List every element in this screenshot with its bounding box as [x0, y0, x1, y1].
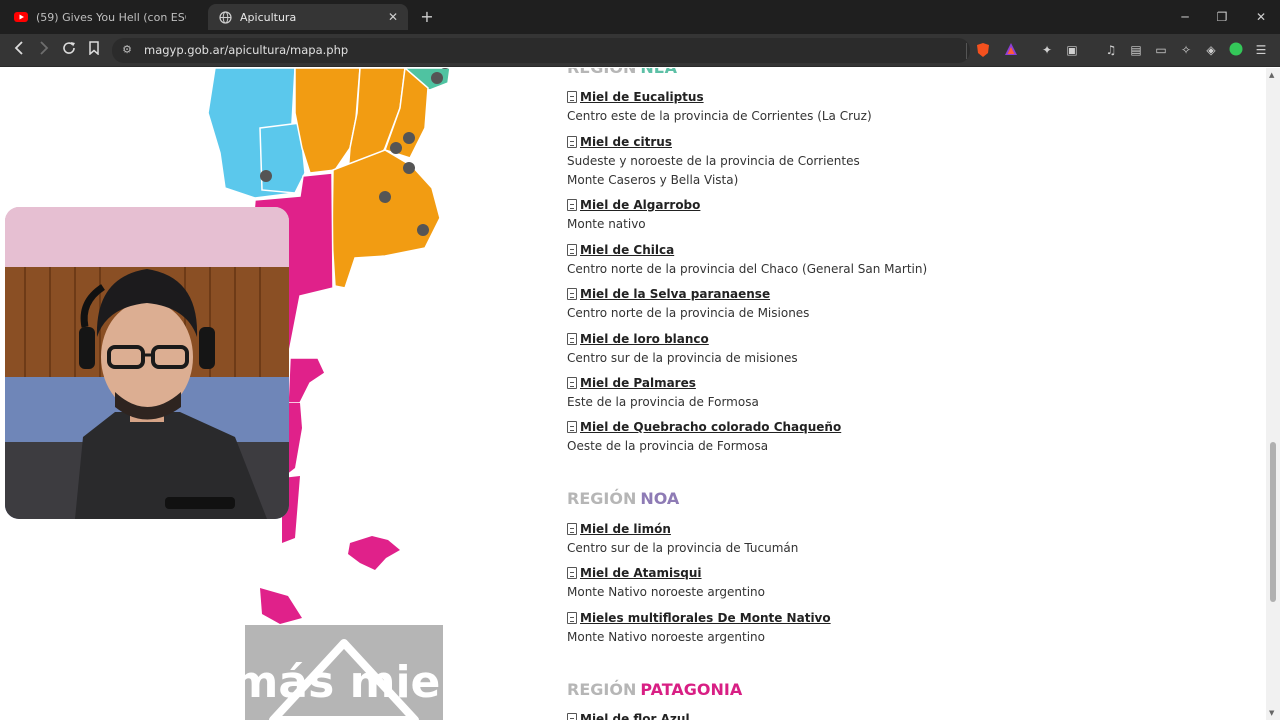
vpn-icon[interactable]: ◈ [1203, 42, 1219, 58]
honey-link[interactable]: Miel de loro blanco [567, 332, 709, 346]
honey-description: Sudeste y noroeste de la provincia de Co… [567, 154, 860, 168]
leo-ai-icon[interactable]: ✧ [1178, 42, 1194, 58]
brave-rewards-icon[interactable] [1003, 42, 1019, 58]
sidebar-icon[interactable]: ▤ [1128, 42, 1144, 58]
honey-description: Este de la provincia de Formosa [567, 395, 759, 409]
honey-description: Monte Nativo noroeste argentino [567, 630, 765, 644]
region-name: PATAGONIA [640, 680, 743, 699]
pdf-icon [567, 244, 577, 256]
browser-toolbar: ⚙ magyp.gob.ar/apicultura/mapa.php ✦ ▣ ♫… [0, 34, 1280, 67]
honey-description: Monte Nativo noroeste argentino [567, 585, 765, 599]
honey-description: Monte nativo [567, 217, 646, 231]
map-province-sanjuan [259, 122, 306, 194]
mas-miel-logo: más miel [245, 625, 443, 720]
screenshot-icon[interactable]: ▣ [1064, 42, 1080, 58]
webcam-image [5, 207, 289, 519]
honey-description: Centro sur de la provincia de Tucumán [567, 541, 799, 555]
honey-link[interactable]: Miel de Chilca [567, 243, 674, 257]
extensions-icon[interactable]: ✦ [1039, 42, 1055, 58]
pdf-icon [567, 523, 577, 535]
close-tab-icon[interactable]: ✕ [386, 10, 400, 24]
honey-link[interactable]: Miel de Eucaliptus [567, 90, 704, 104]
map-marker [417, 224, 429, 236]
tab-title: Apicultura [240, 10, 297, 24]
pdf-icon [567, 713, 577, 720]
forward-icon[interactable] [35, 41, 53, 59]
map-province-buenosaires [331, 149, 441, 289]
region-heading-nea: REGIÓN NEA [567, 68, 677, 77]
pdf-icon [567, 199, 577, 211]
map-marker [403, 162, 415, 174]
scrollbar-thumb[interactable] [1270, 442, 1276, 602]
map-marker [431, 72, 443, 84]
honey-link[interactable]: Mieles multiflorales De Monte Nativo [567, 611, 831, 625]
honey-description: Oeste de la provincia de Formosa [567, 439, 769, 453]
tab-youtube[interactable]: (59) Gives You Hell (con ESCENAS BO [6, 4, 202, 30]
youtube-icon [14, 10, 28, 24]
map-marker [390, 142, 402, 154]
region-prefix: REGIÓN [567, 489, 637, 508]
pdf-icon [567, 612, 577, 624]
webcam-overlay [5, 207, 289, 519]
honey-description: Centro sur de la provincia de misiones [567, 351, 798, 365]
region-name: NOA [640, 489, 680, 508]
tab-bar: (59) Gives You Hell (con ESCENAS BO Apic… [0, 0, 1280, 34]
honey-link[interactable]: Miel de limón [567, 522, 671, 536]
pdf-icon [567, 377, 577, 389]
logo-text: más miel [245, 657, 443, 708]
scroll-down-icon[interactable]: ▼ [1269, 709, 1277, 717]
pdf-icon [567, 567, 577, 579]
pdf-icon [567, 91, 577, 103]
map-marker [403, 132, 415, 144]
menu-icon[interactable]: ☰ [1253, 42, 1269, 58]
reload-icon[interactable] [60, 41, 78, 59]
tab-apicultura[interactable]: Apicultura ✕ [208, 4, 408, 30]
map-marker [379, 191, 391, 203]
bookmark-icon[interactable] [85, 41, 103, 59]
pdf-icon [567, 288, 577, 300]
tab-title: (59) Gives You Hell (con ESCENAS BO [36, 10, 186, 24]
honey-description: Centro norte de la provincia de Misiones [567, 306, 810, 320]
honey-description: Centro este de la provincia de Corriente… [567, 109, 872, 123]
pdf-icon [567, 333, 577, 345]
pdf-icon [567, 421, 577, 433]
honey-description: Centro norte de la provincia del Chaco (… [567, 262, 928, 276]
honey-description: Monte Caseros y Bella Vista) [567, 173, 739, 187]
honey-link[interactable]: Miel de Algarrobo [567, 198, 700, 212]
honey-link[interactable]: Miel de Palmares [567, 376, 696, 390]
region-name: NEA [640, 68, 677, 77]
honey-link[interactable]: Miel de Atamisqui [567, 566, 702, 580]
honey-link[interactable]: Miel de flor Azul [567, 712, 690, 720]
region-heading-noa: REGIÓN NOA [567, 489, 679, 508]
pdf-icon [567, 136, 577, 148]
close-window-icon[interactable]: ✕ [1252, 8, 1270, 26]
back-icon[interactable] [10, 41, 28, 59]
honey-link[interactable]: Miel de Quebracho colorado Chaqueño [567, 420, 841, 434]
url-text: magyp.gob.ar/apicultura/mapa.php [144, 43, 349, 57]
region-prefix: REGIÓN [567, 680, 637, 699]
restore-icon[interactable]: ❐ [1213, 8, 1231, 26]
map-islas-malvinas [348, 536, 400, 570]
honey-link[interactable]: Miel de la Selva paranaense [567, 287, 770, 301]
profile-icon[interactable] [1228, 42, 1244, 58]
site-settings-icon[interactable]: ⚙ [120, 43, 134, 57]
media-icon[interactable]: ♫ [1103, 42, 1119, 58]
map-province-rionegro [287, 357, 326, 404]
wallet-icon[interactable]: ▭ [1153, 42, 1169, 58]
map-province-tierradelfuego [260, 588, 302, 624]
region-heading-patagonia: REGIÓN PATAGONIA [567, 680, 742, 699]
new-tab-icon[interactable]: + [418, 8, 436, 26]
address-bar[interactable]: ⚙ magyp.gob.ar/apicultura/mapa.php [112, 38, 970, 63]
scroll-up-icon[interactable]: ▲ [1269, 71, 1277, 79]
page-scrollbar[interactable]: ▲ ▼ [1266, 68, 1280, 720]
globe-icon [218, 10, 232, 24]
brave-shield-icon[interactable] [975, 42, 991, 58]
honey-link[interactable]: Miel de citrus [567, 135, 672, 149]
map-marker [260, 170, 272, 182]
minimize-icon[interactable]: ─ [1176, 8, 1194, 26]
toolbar-divider [966, 43, 967, 59]
region-prefix: REGIÓN [567, 68, 636, 77]
